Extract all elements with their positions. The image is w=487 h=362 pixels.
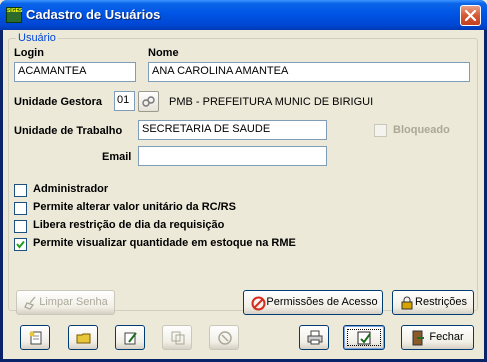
print-button[interactable] xyxy=(299,325,329,350)
visualizar-estoque-label: Permite visualizar quantidade em estoque… xyxy=(33,237,296,249)
email-input[interactable] xyxy=(138,146,327,166)
copy-button[interactable] xyxy=(162,325,192,350)
checkmark-icon xyxy=(16,240,25,249)
new-document-icon xyxy=(29,331,42,345)
libera-restricao-checkbox[interactable] xyxy=(14,220,27,233)
nome-label: Nome xyxy=(148,47,179,59)
fechar-label: Fechar xyxy=(429,331,464,343)
fechar-button[interactable]: Fechar xyxy=(401,325,474,350)
permissoes-acesso-label: Permissões de Acesso xyxy=(266,296,378,308)
open-folder-icon xyxy=(76,333,91,344)
bloqueado-checkbox[interactable] xyxy=(374,124,387,137)
new-record-button[interactable] xyxy=(20,325,50,350)
alterar-valor-label: Permite alterar valor unitário da RC/RS xyxy=(33,201,236,213)
unidade-gestora-code-input[interactable]: 01 xyxy=(114,91,135,111)
dialog-body: Usuário Login ACAMANTEA Nome ANA CAROLIN… xyxy=(3,30,484,359)
title-bar[interactable]: SIGES Cadastro de Usuários xyxy=(0,0,487,30)
bloqueado-label: Bloqueado xyxy=(393,124,450,136)
restricoes-button[interactable]: Restrições xyxy=(392,290,474,315)
window-title: Cadastro de Usuários xyxy=(26,7,161,22)
delete-icon xyxy=(218,331,232,345)
unidade-trabalho-label: Unidade de Trabalho xyxy=(14,125,123,137)
visualizar-estoque-checkbox[interactable] xyxy=(14,238,27,251)
unidade-gestora-label: Unidade Gestora xyxy=(14,96,103,108)
login-label: Login xyxy=(14,47,44,59)
save-button[interactable] xyxy=(343,325,385,350)
edit-button[interactable] xyxy=(115,325,145,350)
administrador-checkbox[interactable] xyxy=(14,184,27,197)
nome-input[interactable]: ANA CAROLINA AMANTEA xyxy=(148,62,470,82)
alterar-valor-checkbox[interactable] xyxy=(14,202,27,215)
libera-restricao-label: Libera restrição de dia da requisição xyxy=(33,219,225,231)
group-legend: Usuário xyxy=(16,32,58,44)
administrador-label: Administrador xyxy=(33,183,109,195)
copy-icon xyxy=(171,331,185,345)
save-document-icon xyxy=(357,331,371,345)
unidade-trabalho-input[interactable]: SECRETARIA DE SAUDE xyxy=(138,120,327,140)
limpar-senha-button[interactable]: Limpar Senha xyxy=(16,290,115,315)
binoculars-icon xyxy=(142,96,155,107)
limpar-senha-label: Limpar Senha xyxy=(39,296,108,308)
close-icon xyxy=(464,9,477,22)
unidade-gestora-description: PMB - PREFEITURA MUNIC DE BIRIGUI xyxy=(169,96,374,108)
delete-button[interactable] xyxy=(209,325,239,350)
app-icon: SIGES xyxy=(6,7,22,23)
open-button[interactable] xyxy=(68,325,98,350)
email-label: Email xyxy=(102,151,132,163)
app-icon-text: SIGES xyxy=(7,8,23,14)
window: SIGES Cadastro de Usuários Usuário Login… xyxy=(0,0,487,362)
printer-icon xyxy=(307,330,323,345)
edit-document-icon xyxy=(124,332,137,345)
lookup-button[interactable] xyxy=(138,91,159,112)
close-button[interactable] xyxy=(460,5,481,26)
permissoes-acesso-button[interactable]: Permissões de Acesso xyxy=(243,290,383,315)
restricoes-label: Restrições xyxy=(415,296,467,308)
login-input[interactable]: ACAMANTEA xyxy=(14,62,136,82)
